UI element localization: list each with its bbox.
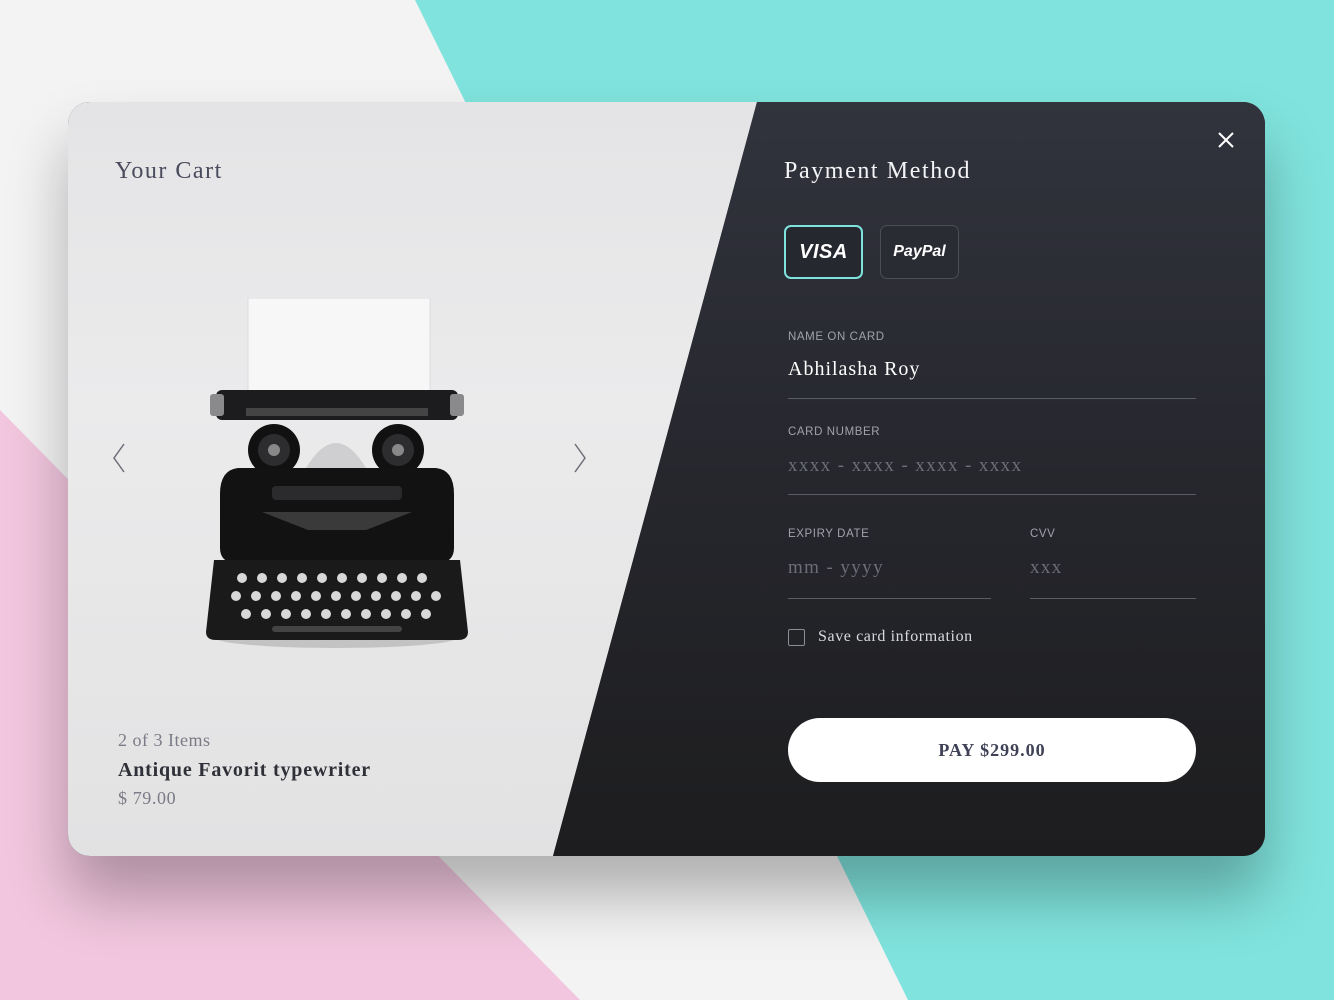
cvv-label: CVV	[1030, 528, 1056, 540]
payment-method-paypal[interactable]: PayPal	[880, 225, 959, 279]
expiry-date-label: EXPIRY DATE	[788, 528, 870, 540]
cvv-field[interactable]	[1030, 548, 1196, 599]
paypal-logo: PayPal	[893, 243, 946, 260]
close-icon	[1218, 132, 1234, 148]
product-image-typewriter	[206, 298, 468, 648]
save-card-label[interactable]: Save card information	[818, 628, 973, 646]
checkout-card: Your Cart 2 of 3 Items Antique Favorit t…	[68, 102, 1265, 856]
item-name: Antique Favorit typewriter	[118, 759, 371, 781]
payment-title: Payment Method	[784, 158, 972, 184]
chevron-right-icon	[574, 443, 586, 473]
payment-method-visa[interactable]: VISA	[784, 225, 863, 279]
card-number-field[interactable]	[788, 447, 1196, 495]
chevron-left-icon	[113, 443, 125, 473]
save-card-checkbox[interactable]	[788, 629, 805, 646]
prev-item-button[interactable]	[110, 441, 128, 475]
item-count: 2 of 3 Items	[118, 730, 211, 750]
visa-logo: VISA	[799, 240, 848, 263]
expiry-date-field[interactable]	[788, 548, 991, 599]
name-on-card-label: NAME ON CARD	[788, 331, 885, 343]
name-on-card-field[interactable]	[788, 350, 1196, 399]
next-item-button[interactable]	[571, 441, 589, 475]
cart-title: Your Cart	[115, 158, 223, 184]
pay-button[interactable]: PAY $299.00	[788, 718, 1196, 782]
card-number-label: CARD NUMBER	[788, 426, 881, 438]
item-price: $ 79.00	[118, 788, 177, 808]
close-button[interactable]	[1214, 128, 1238, 152]
